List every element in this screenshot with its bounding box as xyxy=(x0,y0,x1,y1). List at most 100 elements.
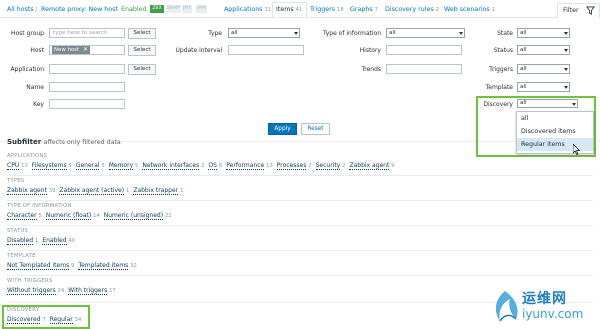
host-tag[interactable]: New host ✕ xyxy=(52,46,90,54)
subfilter-item[interactable]: Without triggers xyxy=(7,287,56,295)
subfilter-item[interactable]: CPU xyxy=(7,162,20,170)
breadcrumb-all-hosts[interactable]: All hosts xyxy=(7,6,34,13)
tab-count: 31 xyxy=(264,7,272,13)
subfilter-item[interactable]: Disabled xyxy=(7,237,34,245)
breadcrumb-separator: / xyxy=(35,6,38,13)
discovery-label: Discovery xyxy=(483,101,513,108)
key-input[interactable] xyxy=(49,99,125,109)
filter-toggle-tab[interactable]: Filter xyxy=(557,3,600,18)
subfilter-item-count: 9 xyxy=(71,263,75,269)
update-interval-input[interactable] xyxy=(228,45,304,55)
breadcrumb-host[interactable]: Remote proxy: New host xyxy=(41,6,118,13)
discovery-select[interactable]: all xyxy=(517,99,578,108)
subfilter-item-count: 1 xyxy=(180,188,184,194)
type-select[interactable]: all xyxy=(228,28,300,38)
discovery-option-all[interactable]: all xyxy=(517,112,593,125)
subfilter-item[interactable]: Zabbix trapper xyxy=(133,187,179,195)
type-of-information-value: all xyxy=(389,30,396,36)
state-select[interactable]: all xyxy=(517,28,570,38)
tab-items[interactable]: Items 41 xyxy=(276,6,302,13)
reset-button[interactable]: Reset xyxy=(301,123,330,135)
subfilter-item-count: 2 xyxy=(342,163,346,169)
subfilter-item-count: 13 xyxy=(266,163,273,169)
subfilter-divider xyxy=(7,275,593,276)
subfilter-group-heading: STATUS xyxy=(7,228,29,234)
subfilter-item[interactable]: Processes xyxy=(276,162,307,170)
history-label: History xyxy=(359,47,381,54)
subfilter-item[interactable]: Performance xyxy=(226,162,265,170)
subfilter-item[interactable]: Security xyxy=(315,162,341,170)
mouse-cursor-icon xyxy=(572,143,581,157)
apply-button[interactable]: Apply xyxy=(268,123,297,135)
tab-triggers[interactable]: Triggers 18 xyxy=(310,6,344,13)
host-tag-label: New host xyxy=(54,47,80,53)
availability-badge-jmx: JMX xyxy=(182,5,193,13)
subfilter-item-count: 9 xyxy=(391,163,395,169)
subfilter-group-heading: TEMPLATE xyxy=(7,253,36,259)
chevron-down-icon xyxy=(564,32,568,35)
subfilter-group-items: Zabbix agent 39 Zabbix agent (active) 1 Za… xyxy=(7,187,187,195)
subfilter-group-items: Character 5 Numeric (float) 14 Numeric (un… xyxy=(7,212,176,220)
tab-graphs[interactable]: Graphs 7 xyxy=(350,6,378,13)
subfilter-item[interactable]: Network interfaces xyxy=(142,162,200,170)
watermark-url: iyunv.com xyxy=(522,307,584,321)
availability-badge-ipmi: IPMI xyxy=(196,5,208,13)
subfilter-item-count: 1 xyxy=(126,188,130,194)
chevron-down-icon xyxy=(564,68,568,71)
subfilter-divider xyxy=(7,225,593,226)
discovery-option-regular[interactable]: Regular items xyxy=(517,138,593,151)
type-of-information-select[interactable]: all xyxy=(386,28,465,38)
subfilter-item[interactable]: Numeric (float) xyxy=(45,212,92,220)
subfilter-divider xyxy=(7,250,593,251)
subfilter-item[interactable]: Numeric (unsigned) xyxy=(103,212,164,220)
discovery-option-discovered[interactable]: Discovered items xyxy=(517,125,593,138)
remove-tag-icon[interactable]: ✕ xyxy=(83,46,88,54)
template-label: Template xyxy=(485,84,513,91)
application-select-button[interactable]: Select xyxy=(128,64,156,75)
subfilter-group-heading: WITH TRIGGERS xyxy=(7,278,53,284)
subfilter-item[interactable]: Zabbix agent xyxy=(7,187,47,195)
subfilter-item-count: 1 xyxy=(35,238,39,244)
watermark-logo-icon xyxy=(495,291,518,322)
subfilter-item[interactable]: Character xyxy=(7,212,37,220)
tab-applications[interactable]: Applications 31 xyxy=(224,6,271,13)
template-select[interactable]: all xyxy=(517,82,570,92)
status-select[interactable]: all xyxy=(517,45,570,55)
subfilter-item[interactable]: Zabbix agent xyxy=(349,162,390,170)
subfilter-title: Subfilter xyxy=(7,138,42,146)
tab-label: Discovery rules xyxy=(385,6,434,13)
subfilter-item[interactable]: Filesystems xyxy=(31,162,67,170)
tab-discovery-rules[interactable]: Discovery rules 2 xyxy=(385,6,439,13)
history-input[interactable] xyxy=(386,45,462,55)
subfilter-item[interactable]: Memory xyxy=(108,162,134,170)
name-input[interactable] xyxy=(49,82,125,92)
trends-input[interactable] xyxy=(386,64,462,74)
subfilter-divider xyxy=(7,200,593,201)
availability-badge-zbx: ZBX xyxy=(150,5,164,13)
triggers-select[interactable]: all xyxy=(517,64,570,74)
subfilter-item[interactable]: OS xyxy=(208,162,217,170)
chevron-down-icon xyxy=(572,103,576,106)
subfilter-item[interactable]: Not Templated items xyxy=(7,262,70,270)
subfilter-group-heading: APPLICATIONS xyxy=(7,153,48,159)
subfilter-item[interactable]: General xyxy=(75,162,100,170)
subfilter-item[interactable]: Templated items xyxy=(78,262,129,270)
host-group-select-button[interactable]: Select xyxy=(128,28,156,39)
host-select-button[interactable]: Select xyxy=(128,45,156,56)
subfilter-item[interactable]: Zabbix agent (active) xyxy=(59,187,125,195)
tab-web-scenarios[interactable]: Web scenarios 1 xyxy=(444,6,495,13)
subfilter-item-count: 13 xyxy=(21,163,28,169)
subfilter-group-items: Not Templated items 9 Templated items 32 xyxy=(7,262,141,270)
host-status[interactable]: Enabled xyxy=(121,6,146,13)
subfilter-item-count: 5 xyxy=(135,163,139,169)
subfilter-item[interactable]: With triggers xyxy=(68,287,108,295)
tab-count: 7 xyxy=(374,7,378,13)
host-group-input[interactable]: type here to search xyxy=(49,28,125,38)
state-label: State xyxy=(497,30,513,37)
subfilter-item[interactable]: Enabled xyxy=(42,237,67,245)
triggers-value: all xyxy=(520,66,527,72)
funnel-icon xyxy=(586,6,595,17)
state-value: all xyxy=(520,30,527,36)
application-input[interactable] xyxy=(49,64,125,74)
subfilter-item-count: 5 xyxy=(68,163,72,169)
